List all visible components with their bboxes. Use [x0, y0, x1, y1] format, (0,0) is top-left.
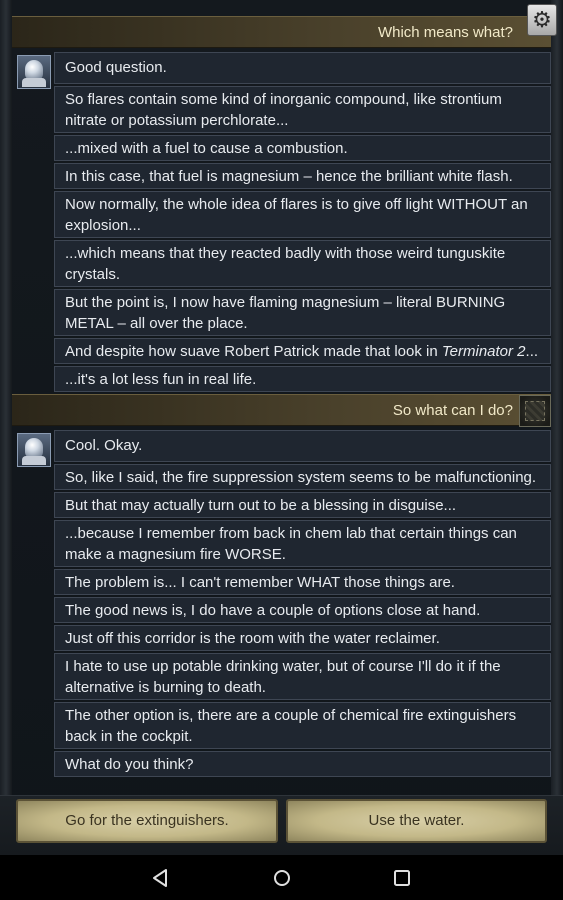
player-message-text: So what can I do? [392, 402, 513, 419]
settings-button[interactable]: ⚙ [527, 4, 557, 36]
npc-message: What do you think? [54, 751, 551, 777]
npc-message-group: Good question. So flares contain some ki… [12, 52, 551, 392]
npc-message: Cool. Okay. [54, 430, 551, 462]
astronaut-avatar [17, 55, 51, 89]
player-message-text: Which means what? [377, 24, 513, 41]
npc-message: ...which means that they reacted badly w… [54, 240, 551, 287]
astronaut-avatar [17, 433, 51, 467]
npc-message: Just off this corridor is the room with … [54, 625, 551, 651]
clipped-previous-line [12, 0, 551, 16]
player-message: So what can I do? [12, 394, 551, 427]
npc-message: But that may actually turn out to be a b… [54, 492, 551, 518]
recent-apps-square-icon[interactable] [391, 867, 413, 889]
npc-message: ...mixed with a fuel to cause a combusti… [54, 135, 551, 161]
npc-message: The problem is... I can't remember WHAT … [54, 569, 551, 595]
choice-use-water-button[interactable]: Use the water. [286, 799, 547, 843]
game-screen: Which means what? Good question. So flar… [0, 0, 563, 855]
android-nav-bar [0, 855, 563, 900]
npc-message-group: Cool. Okay. So, like I said, the fire su… [12, 430, 551, 777]
npc-message: I hate to use up potable drinking water,… [54, 653, 551, 700]
choice-bar: Go for the extinguishers. Use the water. [0, 795, 563, 855]
npc-message: So flares contain some kind of inorganic… [54, 86, 551, 133]
choice-go-for-extinguishers-button[interactable]: Go for the extinguishers. [16, 799, 278, 843]
npc-message: So, like I said, the fire suppression sy… [54, 464, 551, 490]
npc-message: In this case, that fuel is magnesium – h… [54, 163, 551, 189]
npc-message: The good news is, I do have a couple of … [54, 597, 551, 623]
gear-icon: ⚙ [532, 7, 552, 32]
npc-message: ...it's a lot less fun in real life. [54, 366, 551, 392]
home-circle-icon[interactable] [271, 867, 293, 889]
npc-message: And despite how suave Robert Patrick mad… [54, 338, 551, 364]
frame-left-edge [0, 0, 12, 855]
npc-message: But the point is, I now have flaming mag… [54, 289, 551, 336]
player-avatar [519, 395, 551, 427]
frame-right-edge [551, 0, 563, 855]
npc-message: The other option is, there are a couple … [54, 702, 551, 749]
helmet-icon [25, 438, 43, 458]
player-message: Which means what? [12, 16, 551, 48]
npc-message: Good question. [54, 52, 551, 84]
back-triangle-icon[interactable] [150, 867, 172, 889]
npc-message: ...because I remember from back in chem … [54, 520, 551, 567]
npc-message: Now normally, the whole idea of flares i… [54, 191, 551, 238]
helmet-icon [25, 60, 43, 80]
chat-log[interactable]: Which means what? Good question. So flar… [12, 0, 551, 795]
